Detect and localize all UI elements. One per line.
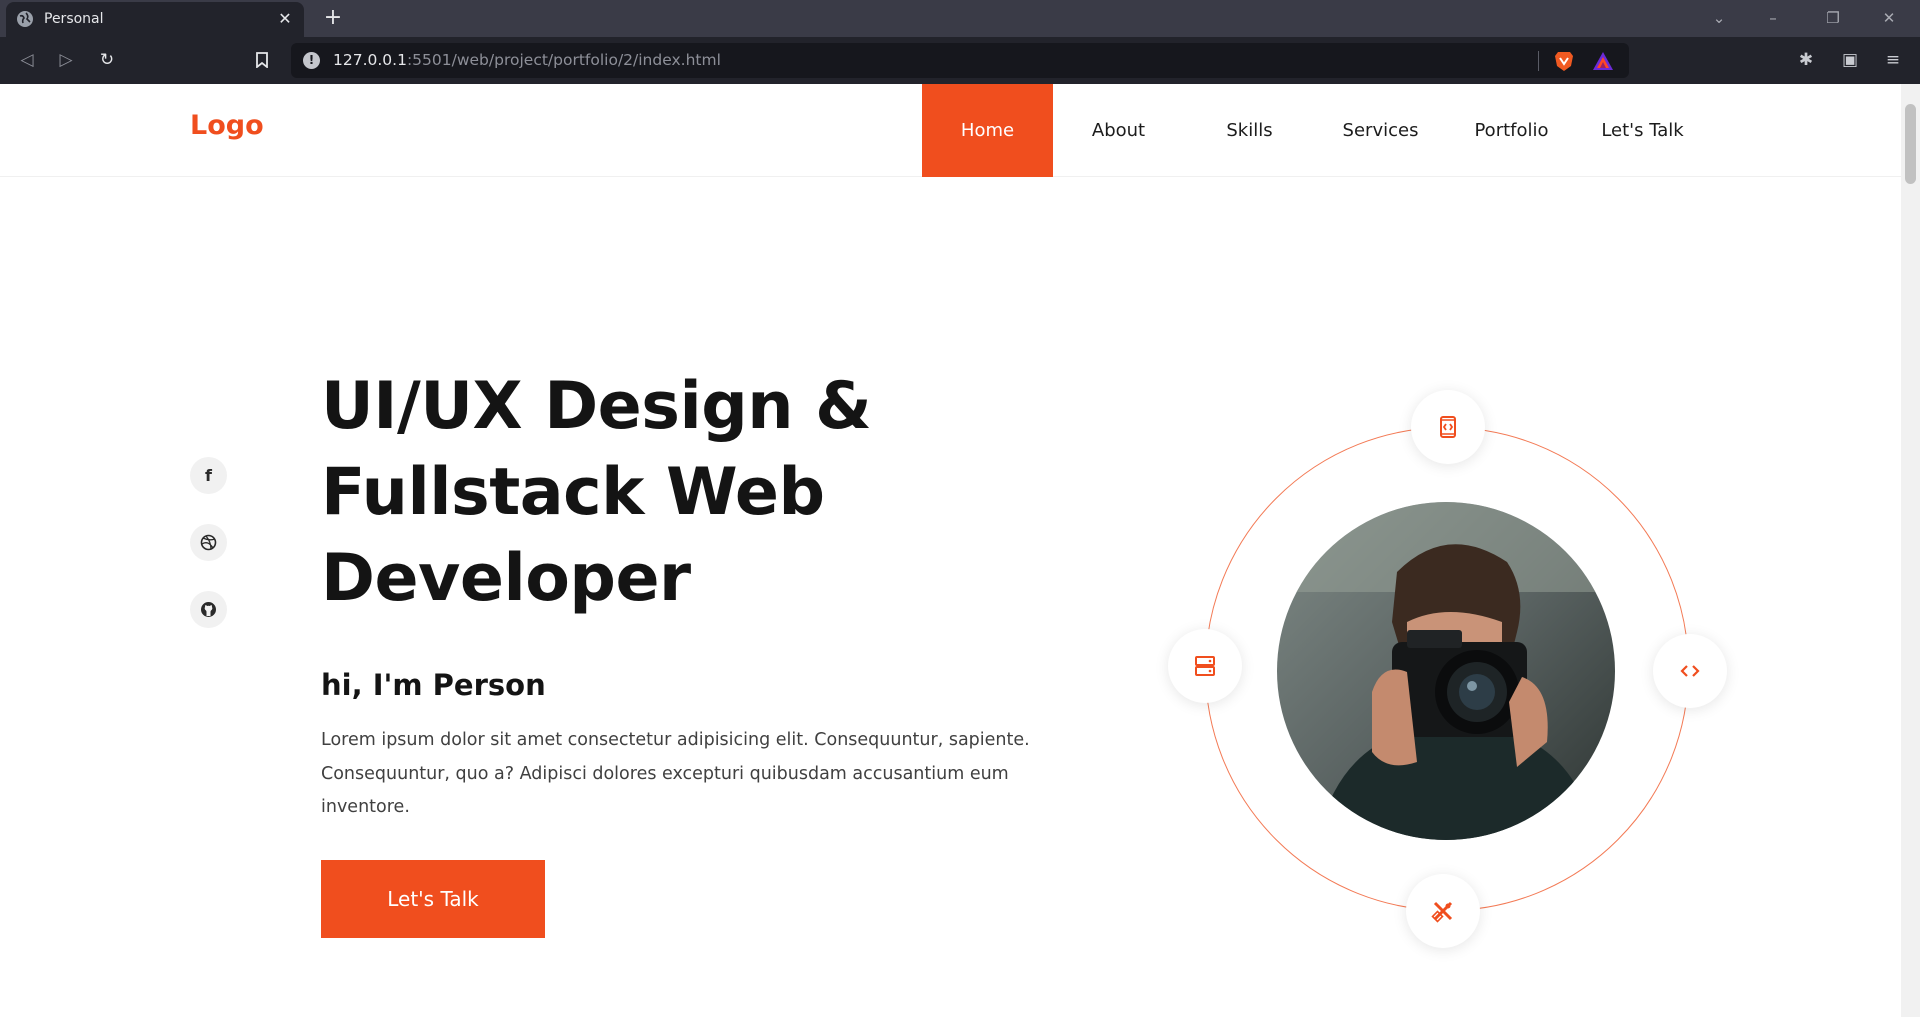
code-brackets-icon: [1653, 634, 1727, 708]
site-info-icon[interactable]: !: [303, 52, 320, 69]
design-tools-icon: [1406, 874, 1480, 948]
nav-skills[interactable]: Skills: [1184, 84, 1315, 177]
lets-talk-button[interactable]: Let's Talk: [321, 860, 545, 938]
scrollbar-thumb[interactable]: [1905, 104, 1916, 184]
extensions-icon[interactable]: ✱: [1793, 47, 1819, 73]
server-icon: [1168, 629, 1242, 703]
dribbble-icon[interactable]: [190, 524, 227, 561]
brave-rewards-icon[interactable]: [1592, 51, 1614, 71]
hero-title-line-2: Fullstack Web: [321, 455, 825, 530]
browser-tab[interactable]: Personal ✕: [6, 2, 304, 37]
github-icon[interactable]: [190, 591, 227, 628]
bookmark-icon[interactable]: [249, 47, 275, 73]
hero-title-line-3: Developer: [321, 541, 691, 616]
reload-icon[interactable]: ↻: [94, 47, 120, 73]
hero-description-line-2: Consequuntur, quo a? Adipisci dolores ex…: [321, 763, 1009, 784]
url-path: :5501/web/project/portfolio/2/index.html: [406, 51, 721, 69]
back-icon[interactable]: ◁: [14, 47, 40, 73]
hero-title-line-1: UI/UX Design &: [321, 369, 872, 444]
nav-lets-talk[interactable]: Let's Talk: [1577, 84, 1708, 177]
site-logo[interactable]: Logo: [190, 110, 264, 141]
hero-description-line-3: inventore.: [321, 797, 410, 817]
url-text[interactable]: 127.0.0.1:5501/web/project/portfolio/2/i…: [333, 51, 721, 69]
nav-home[interactable]: Home: [922, 84, 1053, 177]
globe-icon: [17, 11, 33, 27]
nav-portfolio[interactable]: Portfolio: [1446, 84, 1577, 177]
facebook-icon[interactable]: f: [190, 457, 227, 494]
menu-icon[interactable]: ≡: [1880, 47, 1906, 73]
profile-photo: [1277, 502, 1615, 840]
url-divider: [1538, 51, 1539, 71]
tab-title: Personal: [44, 11, 104, 27]
site-header: Logo Home About Skills Services Portfoli…: [0, 84, 1901, 177]
hero-title: UI/UX Design & Fullstack Web Developer: [321, 364, 1041, 622]
close-window-icon[interactable]: ✕: [1866, 0, 1912, 37]
mobile-code-icon: [1411, 390, 1485, 464]
restore-icon[interactable]: ❐: [1810, 0, 1856, 37]
new-tab-button[interactable]: +: [319, 4, 347, 32]
wallet-icon[interactable]: ▣: [1837, 47, 1863, 73]
forward-icon[interactable]: ▷: [53, 47, 79, 73]
hero-description: Lorem ipsum dolor sit amet consectetur a…: [321, 724, 1121, 825]
browser-toolbar: ◁ ▷ ↻ ! 127.0.0.1:5501/web/project/portf…: [0, 37, 1920, 84]
minimize-icon[interactable]: –: [1750, 0, 1796, 37]
brave-shields-icon[interactable]: [1554, 50, 1574, 72]
close-tab-icon[interactable]: ✕: [274, 8, 296, 30]
nav-services[interactable]: Services: [1315, 84, 1446, 177]
address-bar[interactable]: ! 127.0.0.1:5501/web/project/portfolio/2…: [291, 43, 1629, 78]
hero-description-line-1: Lorem ipsum dolor sit amet consectetur a…: [321, 730, 1030, 750]
tab-search-icon[interactable]: ⌄: [1696, 0, 1742, 37]
hero-subtitle: hi, I'm Person: [321, 668, 546, 702]
browser-tab-strip: Personal ✕ + ⌄ – ❐ ✕: [0, 0, 1920, 37]
nav-about[interactable]: About: [1053, 84, 1184, 177]
web-page: Logo Home About Skills Services Portfoli…: [0, 84, 1901, 1017]
url-host: 127.0.0.1: [333, 51, 407, 69]
page-scrollbar[interactable]: [1901, 84, 1920, 1017]
